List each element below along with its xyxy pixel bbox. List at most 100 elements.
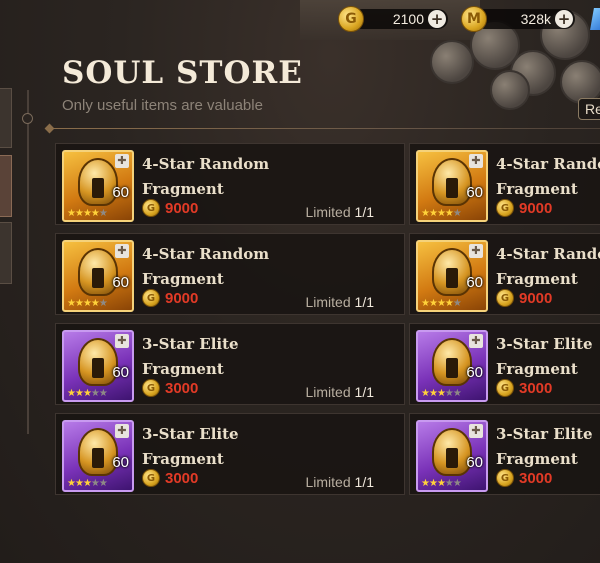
price-value: 9000 [165,289,199,307]
store-item-card[interactable]: ✚ 60 ★★★★★ 4-Star Rando Fragment G 9000 [409,233,600,315]
limit-value: 1/1 [354,204,374,220]
purchase-limit: Limited 1/1 [306,474,375,490]
side-tab-1[interactable] [0,88,12,148]
item-name: 3-Star Elite Fragment [496,332,600,382]
star-icon: ★ [428,388,438,399]
star-icon: ★ [436,208,446,219]
star-rating: ★★★★★ [421,478,462,489]
star-icon: ★ [444,298,454,309]
star-icon: ★ [74,478,84,489]
store-item-card[interactable]: ✚ 60 ★★★★★ 3-Star Elite Fragment G 3000 [409,413,600,495]
star-icon: ★ [421,208,430,219]
store-item-card[interactable]: ✚ 60 ★★★★★ 3-Star Elite Fragment G 3000 Limited… [55,413,405,495]
star-icon: ★ [421,298,430,309]
add-coin-button[interactable]: + [555,10,573,28]
side-tab-3[interactable] [0,222,12,284]
fragment-icon: ✚ 60 ★★★★★ [62,150,134,222]
limit-label: Limited [305,204,351,220]
purchase-limit: Limited 1/1 [306,204,375,220]
star-rating: ★★★★★ [421,208,462,219]
gold-coin-icon: G [142,469,160,487]
item-price: G 9000 [496,199,552,217]
star-icon: ★ [82,388,92,399]
store-item-card[interactable]: ✚ 60 ★★★★★ 4-Star Random Fragment G 9000 Limite… [55,233,405,315]
item-name-line1: 4-Star Random [142,155,270,173]
gold-coin-icon: G [496,379,514,397]
limit-label: Limited [305,294,351,310]
star-icon: ★ [90,388,100,399]
star-icon: ★ [74,388,84,399]
star-icon: ★ [444,388,454,399]
star-icon: ★ [82,478,92,489]
gold-coin-icon: G [142,199,160,217]
item-name: 3-Star Elite Fragment [142,422,302,472]
puzzle-piece-icon: ✚ [469,424,483,438]
page-subtitle: Only useful items are valuable [62,97,263,114]
fragment-icon: ✚ 60 ★★★★★ [62,330,134,402]
puzzle-piece-icon: ✚ [469,334,483,348]
gold-coin-icon: G [142,379,160,397]
fragment-quantity: 60 [466,454,483,471]
star-icon: ★ [436,388,446,399]
item-price: G 3000 [496,469,552,487]
star-icon: ★ [436,478,446,489]
store-item-card[interactable]: ✚ 60 ★★★★★ 4-Star Random Fragment G 9000 Limite… [55,143,405,225]
star-icon: ★ [90,298,100,309]
star-icon: ★ [428,208,438,219]
star-icon: ★ [67,298,76,309]
store-item-card[interactable]: ✚ 60 ★★★★★ 4-Star Rando Fragment G 9000 [409,143,600,225]
fragment-icon: ✚ 60 ★★★★★ [416,330,488,402]
item-price: G 9000 [496,289,552,307]
item-name-line1: 3-Star Elite [496,335,593,353]
star-icon: ★ [98,208,108,219]
item-name: 4-Star Random Fragment [142,152,302,202]
puzzle-piece-icon: ✚ [469,244,483,258]
add-gold-button[interactable]: + [428,10,446,28]
fragment-quantity: 60 [466,364,483,381]
fragment-icon: ✚ 60 ★★★★★ [416,150,488,222]
item-name-line1: 4-Star Rando [496,155,600,173]
refresh-button[interactable]: Re [578,98,600,120]
star-icon: ★ [436,298,446,309]
purchase-limit: Limited 1/1 [306,294,375,310]
fragment-quantity: 60 [112,454,129,471]
gold-coin-icon: G [496,469,514,487]
item-name-line1: 3-Star Elite [142,425,239,443]
star-icon: ★ [421,478,430,489]
price-value: 3000 [519,469,553,487]
gold-coin-icon: G [496,199,514,217]
fragment-icon: ✚ 60 ★★★★★ [416,240,488,312]
star-icon: ★ [67,208,76,219]
star-rating: ★★★★★ [421,388,462,399]
coin-amount: 328k [520,11,551,27]
star-icon: ★ [452,388,462,399]
star-rating: ★★★★★ [67,478,108,489]
price-value: 9000 [519,199,553,217]
fragment-icon: ✚ 60 ★★★★★ [62,240,134,312]
star-icon: ★ [82,298,92,309]
store-item-card[interactable]: ✚ 60 ★★★★★ 3-Star Elite Fragment G 3000 Limited… [55,323,405,405]
star-rating: ★★★★★ [67,208,108,219]
star-icon: ★ [452,208,462,219]
star-icon: ★ [421,388,430,399]
star-icon: ★ [90,478,100,489]
star-icon: ★ [428,478,438,489]
star-icon: ★ [82,208,92,219]
price-value: 9000 [519,289,553,307]
scrollbar-track[interactable] [27,90,29,434]
fragment-quantity: 60 [466,184,483,201]
item-name-line1: 4-Star Random [142,245,270,263]
star-icon: ★ [452,478,462,489]
star-icon: ★ [74,208,84,219]
store-item-card[interactable]: ✚ 60 ★★★★★ 3-Star Elite Fragment G 3000 [409,323,600,405]
star-icon: ★ [98,388,108,399]
limit-value: 1/1 [354,384,374,400]
item-name: 3-Star Elite Fragment [496,422,600,472]
side-tab-2-active[interactable] [0,155,12,217]
puzzle-piece-icon: ✚ [115,424,129,438]
item-price: G 3000 [142,379,198,397]
puzzle-piece-icon: ✚ [115,334,129,348]
coin-stack-icon: M [461,6,487,32]
scrollbar-knob[interactable] [22,113,33,124]
fragment-quantity: 60 [466,274,483,291]
